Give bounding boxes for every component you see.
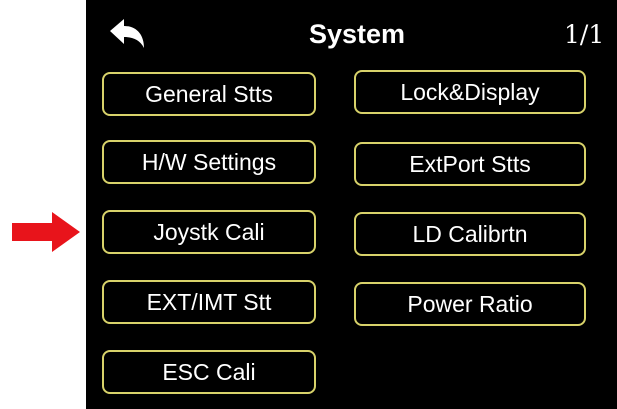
- page-title: System: [308, 19, 406, 49]
- extport-stts-button[interactable]: ExtPort Stts: [354, 142, 586, 186]
- general-stts-button[interactable]: General Stts: [102, 72, 316, 116]
- lock-display-button[interactable]: Lock&Display: [354, 70, 586, 114]
- back-button[interactable]: [106, 16, 146, 52]
- joystk-cali-button[interactable]: Joystk Cali: [102, 210, 316, 254]
- page: System 1/1 General Stts Lock&Display H/W…: [0, 0, 617, 409]
- ext-imt-stt-button[interactable]: EXT/IMT Stt: [102, 280, 316, 324]
- back-arrow-icon: [110, 19, 144, 48]
- red-arrow-icon: [12, 212, 80, 252]
- power-ratio-button[interactable]: Power Ratio: [354, 282, 586, 326]
- device-screen: System 1/1 General Stts Lock&Display H/W…: [86, 0, 617, 409]
- ld-calibrtn-button[interactable]: LD Calibrtn: [354, 212, 586, 256]
- title-bar: System 1/1: [86, 0, 617, 66]
- hw-settings-button[interactable]: H/W Settings: [102, 140, 316, 184]
- esc-cali-button[interactable]: ESC Cali: [102, 350, 316, 394]
- page-indicator: 1/1: [564, 20, 605, 49]
